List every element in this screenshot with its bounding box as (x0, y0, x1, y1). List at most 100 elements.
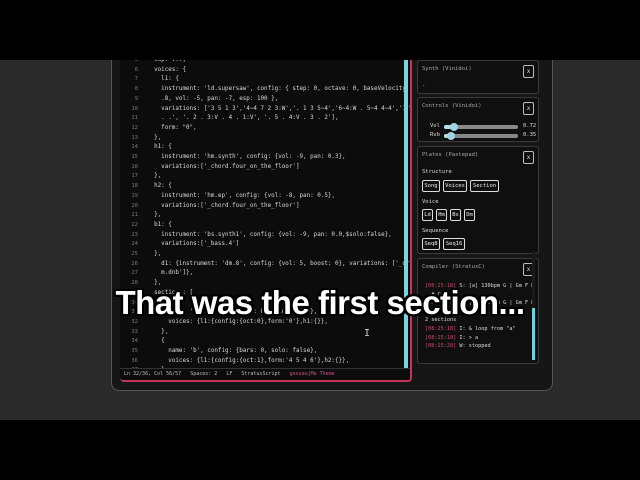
vol-slider-label: Vol (430, 123, 440, 129)
line-number: 13 (131, 134, 138, 141)
line-number: 9 (134, 95, 138, 102)
plates-panel-close-button[interactable]: x (523, 151, 534, 164)
code-line[interactable]: variations: ['3 5 1 3','4~4 7 2 3:W','. … (147, 105, 410, 115)
code-line[interactable]: { (147, 337, 165, 347)
line-number: 17 (131, 173, 138, 180)
line-ending[interactable]: LF (226, 371, 232, 377)
synth-panel-title: Synth (Vinidoi) (422, 66, 472, 72)
code-line[interactable]: }, (147, 172, 161, 182)
code-line[interactable]: . .', '. 2 . 3:V . 4 . 1:V', '. 5 . 4:V … (147, 114, 338, 124)
line-number: 25 (131, 251, 138, 257)
code-line[interactable]: instrument: 'ld.supersaw', config: { ste… (147, 85, 410, 95)
line-number: 6 (134, 66, 138, 73)
line-number: 19 (131, 192, 138, 199)
status-bar: Ln 32/36, Col 56/57 Spaces: 2 LF Stratus… (120, 368, 410, 380)
line-number: 36 (131, 357, 138, 364)
cursor-position: Ln 32/36, Col 56/57 (124, 371, 182, 377)
code-line[interactable]: h1: { (147, 143, 172, 153)
line-number: 21 (131, 212, 138, 219)
code-line[interactable]: l1: { (147, 75, 179, 85)
plates-panel-title: Plates (Pastepad) (422, 152, 479, 158)
line-number: 26 (131, 260, 138, 267)
code-line[interactable]: }, (147, 328, 168, 338)
code-line[interactable]: m.dnb']}, (147, 269, 193, 279)
voice-bs-button[interactable]: Bs (450, 209, 461, 221)
line-number: 15 (131, 154, 138, 160)
synth-panel: Synth (Vinidoi) x - (417, 60, 539, 94)
vol-slider-handle[interactable] (449, 123, 458, 131)
log-timestamp: [08:25:18] (425, 326, 457, 332)
log-entry: [08:25:18] I: & loop from "a" (425, 326, 516, 332)
voice-dm-button[interactable]: Dm (464, 209, 475, 221)
log-message: I: & loop from "a" (456, 326, 516, 332)
code-line[interactable]: h2: { (147, 182, 172, 192)
code-line[interactable]: d1: {instrument: 'dm.8', config: {vol: 5… (147, 260, 410, 270)
controls-panel: Controls (Vinidoi) x Vol 0.72 Rvb 0.35 (417, 97, 539, 142)
line-number: 11 (131, 115, 138, 122)
log-timestamp: [08:25:28] (425, 343, 457, 350)
code-line[interactable]: b1: { (147, 221, 172, 231)
rvb-slider-label: Rvb (430, 132, 440, 138)
indent-setting[interactable]: Spaces: 2 (190, 371, 217, 377)
line-number: 10 (131, 105, 138, 112)
line-number: 22 (131, 221, 138, 228)
line-number: 35 (131, 348, 138, 354)
plates-panel: Plates (Pastepad) x Structure Song Voice… (417, 146, 539, 254)
log-timestamp: [08:25:18] (425, 334, 457, 341)
code-line[interactable]: instrument: 'bs.synth1', config: {vol: -… (147, 231, 392, 241)
code-line[interactable]: instrument: 'hm.synth', config: {vol: -9… (147, 153, 345, 163)
controls-panel-title: Controls (Vinidoi) (422, 103, 482, 109)
code-editor[interactable]: 5 6 7 8 9 10 11 12 13 14 15 16 17 18 19 20 21 22 23 24 25 26 2… (120, 60, 412, 382)
voice-hm-button[interactable]: Hm (436, 209, 447, 221)
vol-slider[interactable] (444, 123, 518, 131)
code-line[interactable]: name: 'b', config: {bars: 0, solo: false… (147, 347, 317, 357)
sequence-heading: Sequence (422, 228, 449, 234)
code-line[interactable]: form: "0", (147, 124, 196, 134)
line-number: 14 (131, 144, 138, 151)
code-line[interactable]: voices: { (147, 66, 186, 76)
code-line[interactable]: voices: {l1:{config:{oct:1},form:'4 5 4 … (147, 357, 349, 367)
line-number: 33 (131, 328, 138, 335)
structure-heading: Structure (422, 169, 452, 175)
log-entry: [08:25:28] W: stopped (425, 343, 491, 349)
line-number: 23 (131, 231, 138, 238)
line-number: 18 (131, 183, 138, 190)
seq8-button[interactable]: Seq8 (422, 238, 440, 250)
text-cursor-icon: I (364, 328, 371, 339)
video-caption: That was the first section... (115, 284, 525, 321)
line-number: 16 (131, 163, 138, 170)
line-number: 7 (134, 76, 138, 83)
code-line[interactable]: }, (147, 134, 161, 144)
code-line[interactable]: variations:['_chord.four_on_the_floor'] (147, 202, 299, 212)
controls-panel-close-button[interactable]: x (523, 102, 534, 115)
code-line[interactable]: }, (147, 211, 161, 221)
compiler-panel-title: Compiler (StratusC) (422, 264, 485, 270)
seq16-button[interactable]: Seq16 (443, 238, 465, 250)
line-number: 20 (131, 202, 138, 209)
line-number: 27 (131, 270, 138, 277)
line-number: 8 (134, 86, 138, 93)
theme-name[interactable]: gesuaujMe Theme (290, 371, 335, 377)
synth-panel-close-button[interactable]: x (523, 65, 534, 78)
line-number: 24 (131, 241, 138, 248)
language-mode[interactable]: StratusScript (241, 371, 280, 377)
voice-ld-button[interactable]: Ld (422, 209, 433, 221)
line-number: 34 (131, 338, 138, 345)
log-message: I: > a (456, 334, 479, 341)
code-line[interactable]: variations:['_bass.4'] (147, 240, 239, 250)
voice-heading: Voice (422, 199, 439, 205)
synth-panel-placeholder: - (422, 83, 426, 89)
song-button[interactable]: Song (422, 180, 440, 192)
rvb-slider[interactable] (444, 132, 518, 140)
rvb-slider-handle[interactable] (447, 132, 456, 140)
voices-button[interactable]: Voices (443, 180, 467, 192)
vol-slider-value: 0.72 (523, 123, 537, 129)
code-line[interactable]: variations:['_chord.four_on_the_floor'] (147, 163, 299, 173)
code-line[interactable]: }, (147, 250, 161, 260)
rvb-slider-value: 0.35 (523, 132, 537, 138)
section-button[interactable]: Section (470, 180, 499, 192)
log-entry: [08:25:18] I: > a (425, 335, 478, 341)
line-number: 12 (131, 124, 138, 131)
code-line[interactable]: .8, vol: -5, pan: -7, esp: 100 }, (147, 95, 278, 105)
code-line[interactable]: instrument: 'hm.ep', config: {vol: -8, p… (147, 192, 335, 202)
